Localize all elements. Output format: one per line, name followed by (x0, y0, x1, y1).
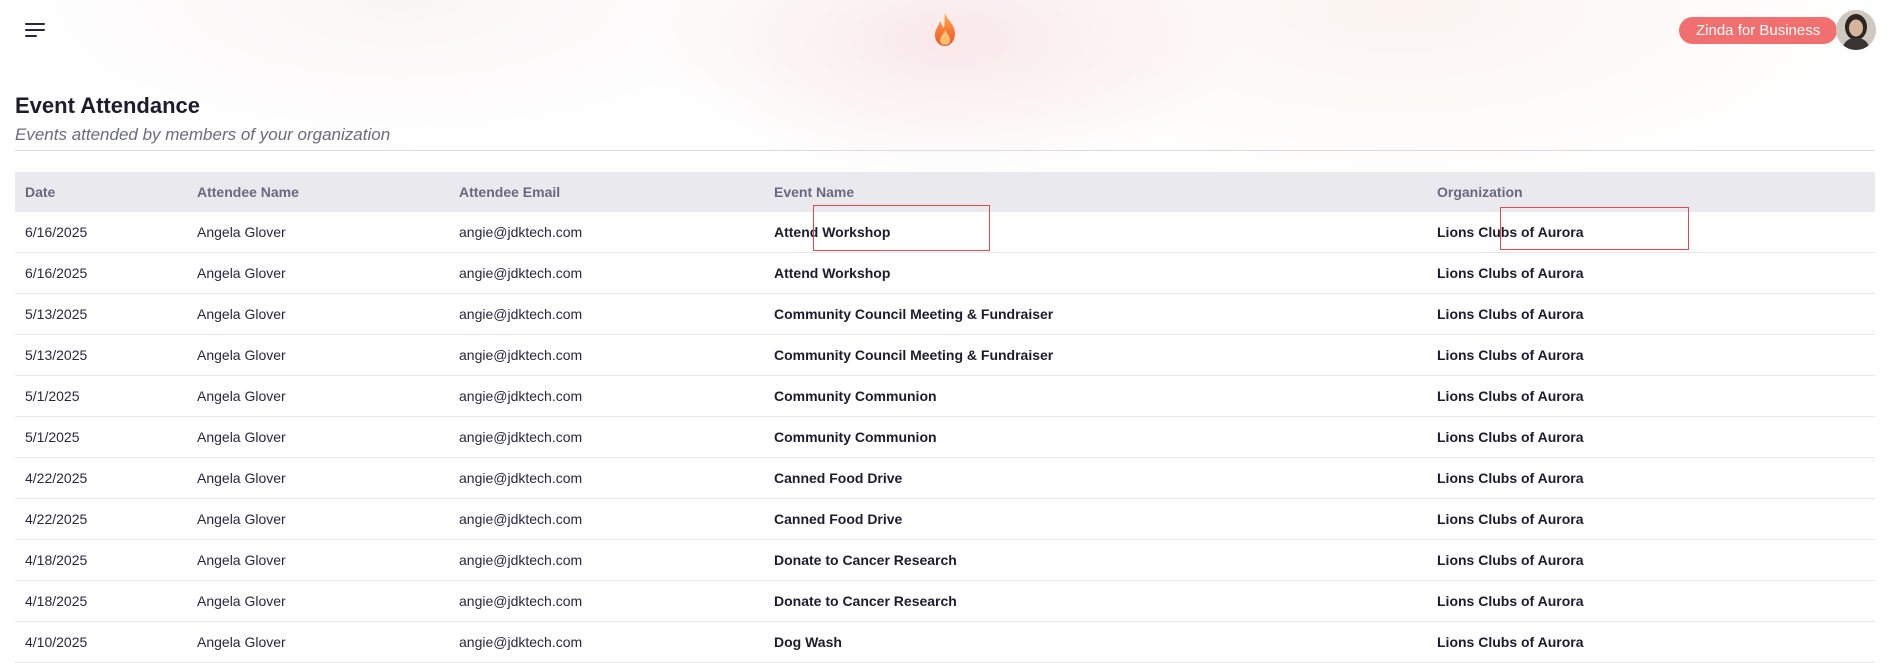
cell-attendee-email: angie@jdktech.com (449, 212, 764, 253)
cell-organization[interactable]: Lions Clubs of Aurora (1427, 621, 1875, 663)
cell-event-name[interactable]: Donate to Cancer Research (764, 539, 1427, 581)
cell-attendee-name: Angela Glover (187, 293, 449, 335)
cell-attendee-name: Angela Glover (187, 212, 449, 253)
menu-icon-line (25, 29, 45, 31)
cell-attendee-name: Angela Glover (187, 252, 449, 294)
table-row[interactable]: 6/16/2025 Angela Glover angie@jdktech.co… (15, 252, 1875, 294)
cell-attendee-name: Angela Glover (187, 375, 449, 417)
cell-attendee-email: angie@jdktech.com (449, 293, 764, 335)
cell-event-name[interactable]: Attend Workshop (764, 212, 1427, 253)
header-divider (15, 150, 1875, 151)
cell-organization[interactable]: Lions Clubs of Aurora (1427, 212, 1875, 253)
cell-attendee-email: angie@jdktech.com (449, 457, 764, 499)
cell-event-name[interactable]: Community Council Meeting & Fundraiser (764, 293, 1427, 335)
column-header-organization[interactable]: Organization (1427, 172, 1875, 212)
cell-attendee-email: angie@jdktech.com (449, 416, 764, 458)
table-row[interactable]: 6/16/2025 Angela Glover angie@jdktech.co… (15, 212, 1875, 253)
menu-icon-line (25, 35, 37, 37)
cell-attendee-name: Angela Glover (187, 621, 449, 663)
cell-attendee-email: angie@jdktech.com (449, 580, 764, 622)
cell-event-name[interactable]: Community Communion (764, 416, 1427, 458)
top-bar: Zinda for Business (0, 0, 1890, 62)
cell-date: 5/1/2025 (15, 416, 187, 458)
cell-organization[interactable]: Lions Clubs of Aurora (1427, 498, 1875, 540)
flame-logo-icon[interactable] (930, 10, 960, 50)
column-header-attendee-name[interactable]: Attendee Name (187, 172, 449, 212)
cell-event-name[interactable]: Canned Food Drive (764, 498, 1427, 540)
cell-event-name[interactable]: Attend Workshop (764, 252, 1427, 294)
cell-date: 6/16/2025 (15, 252, 187, 294)
cell-date: 5/13/2025 (15, 293, 187, 335)
cell-date: 6/16/2025 (15, 212, 187, 253)
column-header-event-name[interactable]: Event Name (764, 172, 1427, 212)
cell-attendee-email: angie@jdktech.com (449, 375, 764, 417)
cell-organization[interactable]: Lions Clubs of Aurora (1427, 293, 1875, 335)
cell-event-name[interactable]: Community Council Meeting & Fundraiser (764, 334, 1427, 376)
cell-date: 4/10/2025 (15, 621, 187, 663)
cell-attendee-email: angie@jdktech.com (449, 539, 764, 581)
table-row[interactable]: 4/22/2025 Angela Glover angie@jdktech.co… (15, 498, 1875, 540)
cell-attendee-name: Angela Glover (187, 416, 449, 458)
menu-icon[interactable] (18, 16, 52, 44)
table-row[interactable]: 4/18/2025 Angela Glover angie@jdktech.co… (15, 539, 1875, 581)
cell-attendee-name: Angela Glover (187, 334, 449, 376)
table-row[interactable]: 5/1/2025 Angela Glover angie@jdktech.com… (15, 416, 1875, 458)
table-header-row: Date Attendee Name Attendee Email Event … (15, 172, 1875, 212)
cell-date: 4/22/2025 (15, 457, 187, 499)
table-row[interactable]: 4/22/2025 Angela Glover angie@jdktech.co… (15, 457, 1875, 499)
cell-attendee-name: Angela Glover (187, 457, 449, 499)
menu-icon-line (25, 23, 45, 25)
cell-attendee-name: Angela Glover (187, 498, 449, 540)
attendance-table: Date Attendee Name Attendee Email Event … (15, 172, 1875, 663)
cell-attendee-email: angie@jdktech.com (449, 252, 764, 294)
table-row[interactable]: 5/13/2025 Angela Glover angie@jdktech.co… (15, 334, 1875, 376)
cell-attendee-email: angie@jdktech.com (449, 498, 764, 540)
table-row[interactable]: 4/10/2025 Angela Glover angie@jdktech.co… (15, 621, 1875, 663)
cell-date: 5/1/2025 (15, 375, 187, 417)
cell-event-name[interactable]: Dog Wash (764, 621, 1427, 663)
column-header-date[interactable]: Date (15, 172, 187, 212)
cell-attendee-email: angie@jdktech.com (449, 621, 764, 663)
cell-organization[interactable]: Lions Clubs of Aurora (1427, 539, 1875, 581)
cell-date: 4/18/2025 (15, 539, 187, 581)
zinda-for-business-button[interactable]: Zinda for Business (1679, 17, 1838, 44)
cell-event-name[interactable]: Canned Food Drive (764, 457, 1427, 499)
cell-organization[interactable]: Lions Clubs of Aurora (1427, 580, 1875, 622)
page-subtitle: Events attended by members of your organ… (15, 125, 391, 144)
cell-event-name[interactable]: Donate to Cancer Research (764, 580, 1427, 622)
table-row[interactable]: 4/18/2025 Angela Glover angie@jdktech.co… (15, 580, 1875, 622)
column-header-attendee-email[interactable]: Attendee Email (449, 172, 764, 212)
cell-date: 4/18/2025 (15, 580, 187, 622)
cell-date: 4/22/2025 (15, 498, 187, 540)
user-avatar[interactable] (1836, 10, 1876, 50)
page-title: Event Attendance (15, 93, 201, 118)
cell-date: 5/13/2025 (15, 334, 187, 376)
cell-organization[interactable]: Lions Clubs of Aurora (1427, 334, 1875, 376)
cell-attendee-name: Angela Glover (187, 580, 449, 622)
attendance-table-container: Date Attendee Name Attendee Email Event … (15, 172, 1875, 663)
cell-attendee-name: Angela Glover (187, 539, 449, 581)
table-row[interactable]: 5/13/2025 Angela Glover angie@jdktech.co… (15, 293, 1875, 335)
cell-organization[interactable]: Lions Clubs of Aurora (1427, 375, 1875, 417)
cell-organization[interactable]: Lions Clubs of Aurora (1427, 252, 1875, 294)
cell-event-name[interactable]: Community Communion (764, 375, 1427, 417)
page-header: Event Attendance Events attended by memb… (15, 92, 1875, 146)
table-row[interactable]: 5/1/2025 Angela Glover angie@jdktech.com… (15, 375, 1875, 417)
cell-organization[interactable]: Lions Clubs of Aurora (1427, 457, 1875, 499)
cell-attendee-email: angie@jdktech.com (449, 334, 764, 376)
cell-organization[interactable]: Lions Clubs of Aurora (1427, 416, 1875, 458)
